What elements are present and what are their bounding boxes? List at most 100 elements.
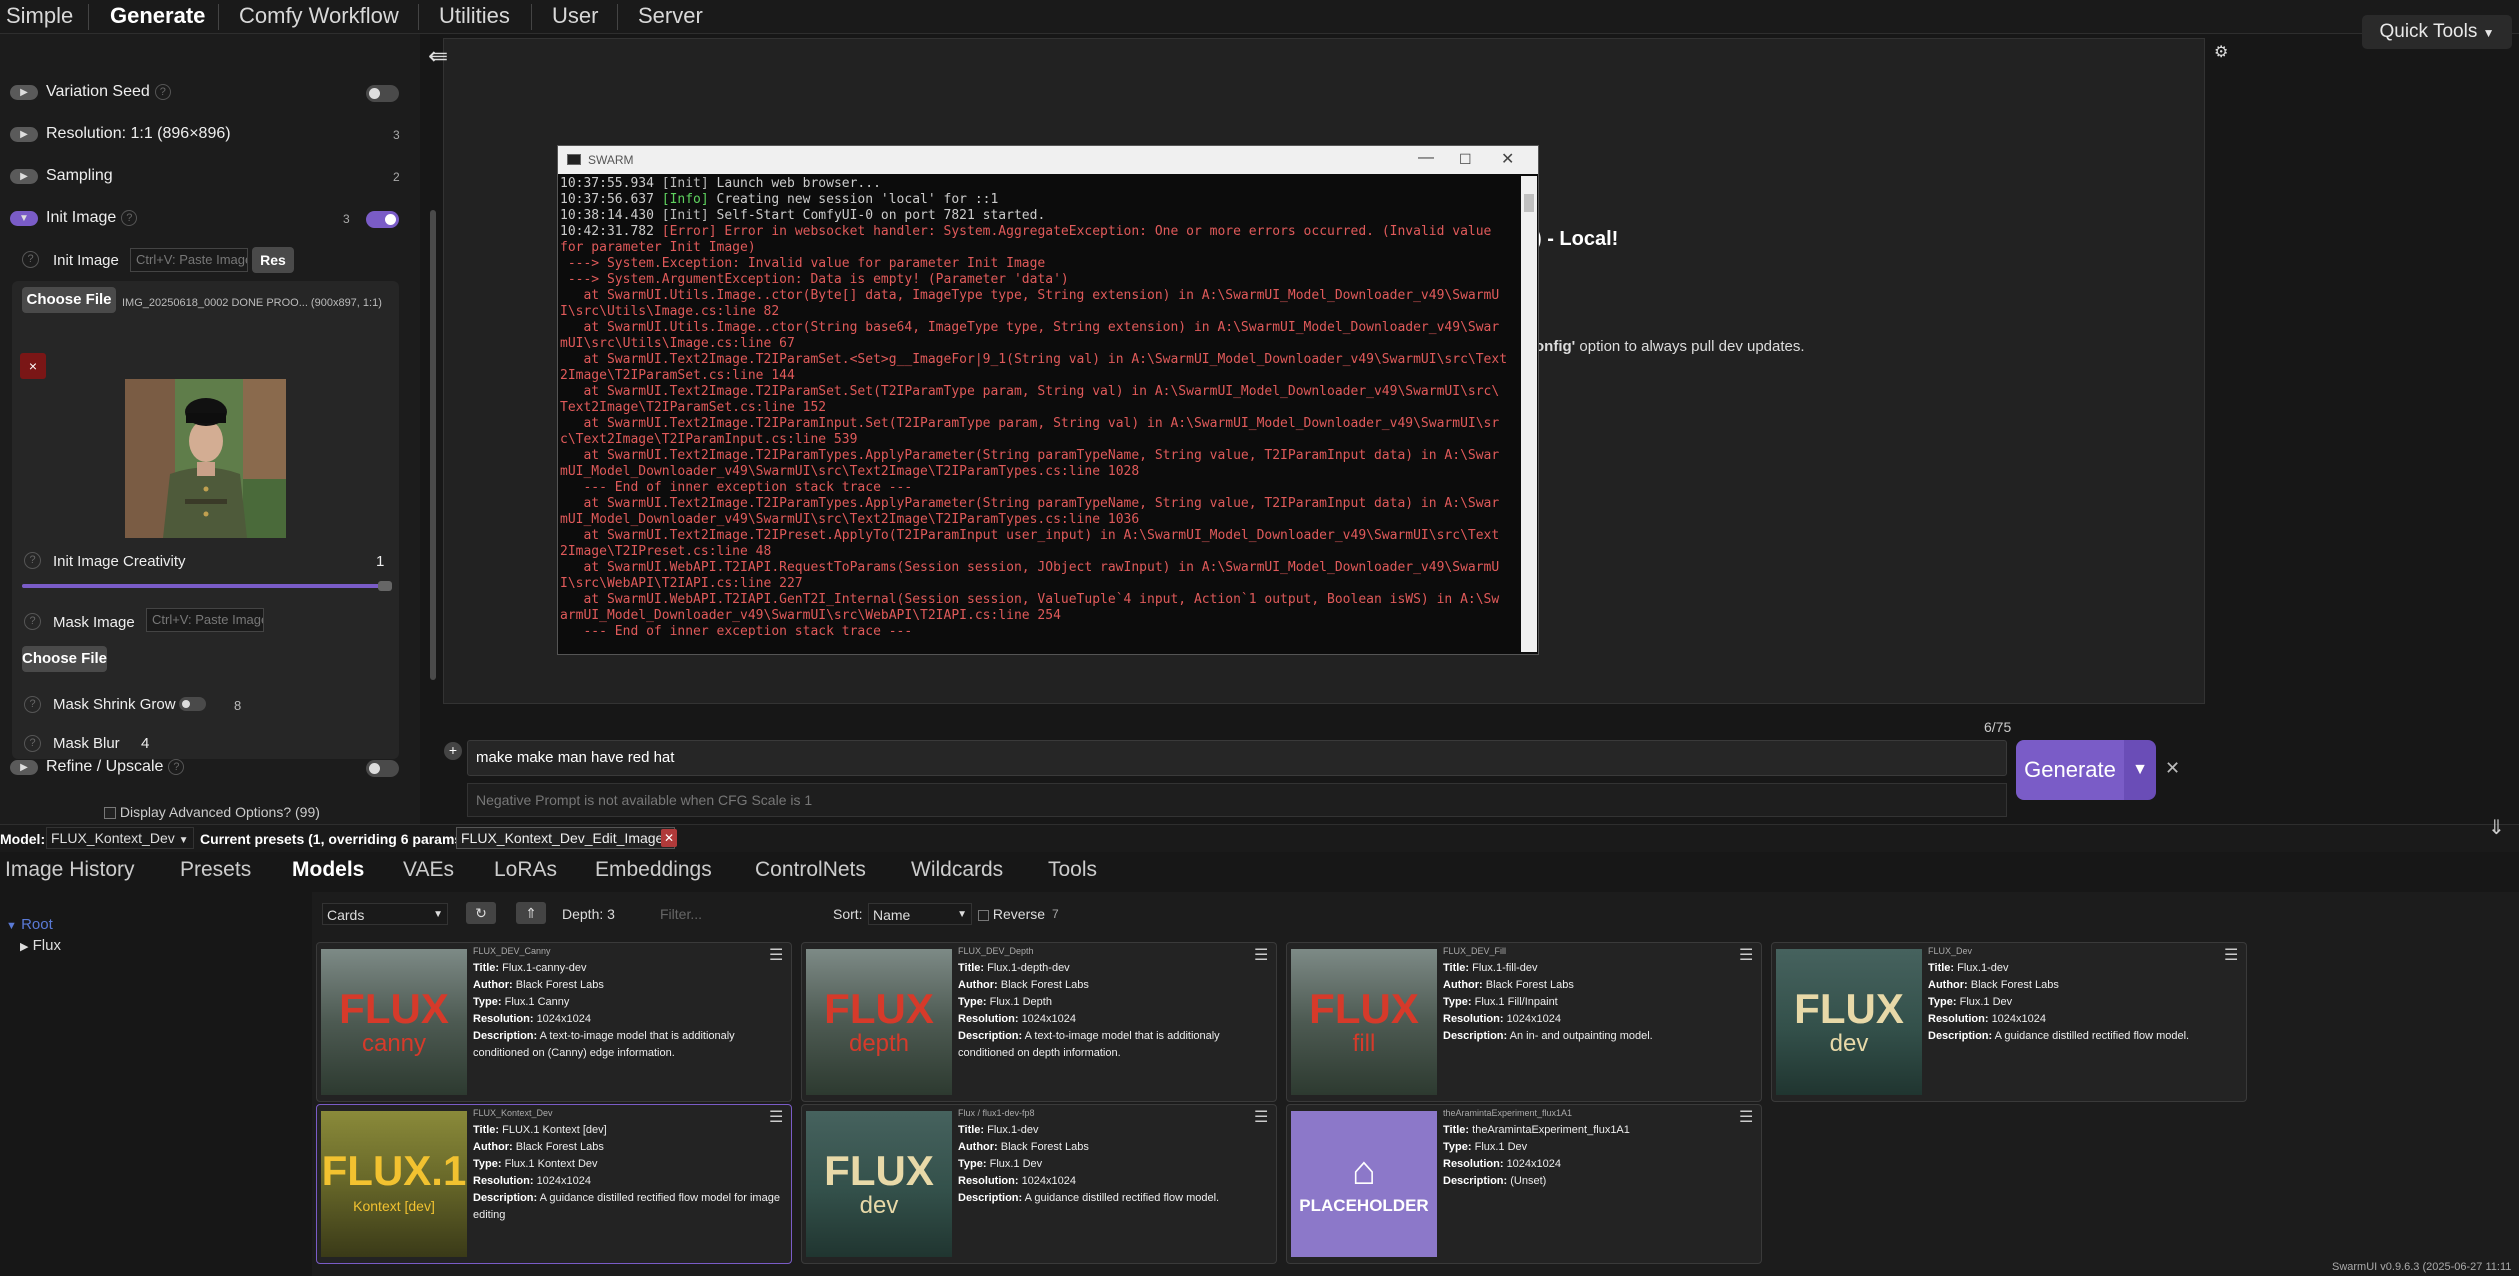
reverse-checkbox[interactable]: Reverse [978, 903, 1045, 925]
init-image-creativity-value[interactable]: 1 [376, 553, 384, 570]
console-scroll-thumb[interactable] [1524, 194, 1534, 212]
model-card[interactable]: FLUX dev Flux / flux1-dev-fp8 ☰ Title: Flux.… [801, 1104, 1277, 1264]
up-folder-icon[interactable]: ⇑ [516, 902, 546, 924]
description-key: Description: [473, 1030, 538, 1042]
help-icon[interactable]: ? [24, 696, 41, 713]
negative-prompt-input[interactable]: Negative Prompt is not available when CF… [467, 783, 2007, 817]
generate-button[interactable]: Generate [2016, 740, 2124, 800]
model-card[interactable]: ⌂ PLACEHOLDER theAramintaExperiment_flux1A… [1286, 1104, 1762, 1264]
chevron-right-icon: ▶ [20, 941, 29, 953]
help-icon[interactable]: ? [154, 83, 171, 100]
tree-item-flux[interactable]: ▶ Flux [20, 937, 61, 954]
init-image-toggle[interactable] [366, 211, 399, 228]
resolution-group[interactable]: ▶ Resolution: 1:1 (896×896) 3 [0, 118, 410, 152]
depth-input[interactable]: Depth: 3 [562, 903, 615, 925]
expand-chevron-icon[interactable]: ▶ [10, 127, 38, 142]
console-title-bar[interactable]: SWARM — ☐ ✕ [558, 146, 1538, 174]
preset-chip[interactable]: FLUX_Kontext_Dev_Edit_Images [456, 827, 676, 849]
model-card[interactable]: FLUX fill FLUX_DEV_Fill ☰ Title: Flux.1-fill… [1286, 942, 1762, 1102]
display-advanced-checkbox[interactable]: Display Advanced Options? (99) [104, 804, 320, 820]
interrupt-close-icon[interactable]: ✕ [2165, 758, 2180, 779]
console-message: Error in websocket handler: System.Aggre… [716, 224, 1492, 239]
model-card[interactable]: FLUX.1 Kontext [dev] FLUX_Kontext_Dev ☰ Titl… [316, 1104, 792, 1264]
model-card[interactable]: FLUX dev FLUX_Dev ☰ Title: Flux.1-dev Author:… [1771, 942, 2247, 1102]
init-image-group[interactable]: ▼ Init Image? 3 [0, 202, 410, 236]
model-card[interactable]: FLUX depth FLUX_DEV_Depth ☰ Title: Flux.1-de… [801, 942, 1277, 1102]
expand-chevron-icon[interactable]: ▶ [10, 85, 38, 100]
tab-tools[interactable]: Tools [1048, 858, 1097, 882]
tab-image-history[interactable]: Image History [5, 858, 135, 882]
mask-blur-value[interactable]: 4 [141, 735, 149, 752]
minimize-icon[interactable]: — [1418, 149, 1434, 167]
sidebar-scrollbar[interactable] [430, 210, 436, 680]
chevron-down-icon: ▼ [178, 835, 189, 846]
model-type: Flux.1 Kontext Dev [504, 1158, 598, 1170]
checkbox-box[interactable] [104, 807, 116, 820]
double-left-arrow-icon[interactable]: ⇚ [428, 42, 448, 71]
model-card[interactable]: FLUX canny FLUX_DEV_Canny ☰ Title: Flux.1-ca… [316, 942, 792, 1102]
help-icon[interactable]: ? [24, 735, 41, 752]
sort-select[interactable]: Name ▼ [868, 903, 972, 925]
mask-choose-file-button[interactable]: Choose File [22, 646, 108, 672]
plus-icon[interactable]: + [444, 742, 462, 760]
mask-image-paste-input[interactable]: Ctrl+V: Paste Image [146, 608, 264, 632]
init-image-paste-input[interactable]: Ctrl+V: Paste Image [130, 248, 248, 272]
remove-preset-icon[interactable]: ✕ [661, 829, 677, 847]
help-icon[interactable]: ? [168, 758, 185, 775]
help-icon[interactable]: ? [24, 613, 41, 630]
refine-upscale-toggle[interactable] [366, 760, 399, 777]
filter-input[interactable]: Filter... [660, 903, 790, 925]
help-icon[interactable]: ? [121, 209, 138, 226]
choose-file-button[interactable]: Choose File [22, 287, 116, 313]
help-icon[interactable]: ? [24, 552, 41, 569]
tab-presets[interactable]: Presets [180, 858, 251, 882]
gear-icon[interactable]: ⚙ [2214, 42, 2228, 62]
swarm-console-window[interactable]: SWARM — ☐ ✕ 10:37:55.934 [Init] Launch w… [557, 145, 1539, 655]
tab-simple[interactable]: Simple [6, 2, 73, 30]
console-level-tag: [Init] [661, 176, 709, 191]
prompt-input[interactable]: make make man have red hat [467, 740, 2007, 776]
tab-controlnets[interactable]: ControlNets [755, 858, 866, 882]
quick-tools-label: Quick Tools [2379, 21, 2478, 42]
tab-models[interactable]: Models [292, 858, 364, 882]
maximize-icon[interactable]: ☐ [1459, 151, 1472, 168]
tab-user[interactable]: User [552, 2, 598, 30]
variation-seed-toggle[interactable] [366, 85, 399, 102]
tab-comfy-workflow[interactable]: Comfy Workflow [239, 2, 399, 30]
result-count: 7 [1052, 907, 1059, 921]
expand-chevron-icon[interactable]: ▶ [10, 760, 38, 775]
refresh-icon[interactable]: ↻ [466, 902, 496, 924]
collapse-chevron-icon[interactable]: ▼ [10, 211, 38, 226]
mask-shrink-grow-toggle[interactable] [179, 697, 206, 711]
tab-utilities[interactable]: Utilities [439, 2, 510, 30]
tab-wildcards[interactable]: Wildcards [911, 858, 1003, 882]
view-mode-select[interactable]: Cards ▼ [322, 903, 448, 925]
help-icon[interactable]: ? [22, 251, 39, 268]
generate-options-chevron-icon[interactable]: ▼ [2124, 740, 2156, 800]
creativity-slider-track[interactable] [22, 581, 392, 591]
console-level-tag: [Info] [661, 192, 709, 207]
tab-generate[interactable]: Generate [110, 2, 205, 30]
creativity-slider-handle[interactable] [378, 581, 392, 591]
tab-server[interactable]: Server [638, 2, 703, 30]
quick-tools-button[interactable]: Quick Tools ▼ [2362, 15, 2512, 49]
variation-seed-group[interactable]: ▶ Variation Seed? [0, 76, 410, 110]
console-scrollbar[interactable] [1521, 176, 1537, 652]
console-line: 10:38:14.430 [Init] Self-Start ComfyUI-0… [560, 208, 1520, 224]
title-key: Title: [1443, 962, 1470, 974]
sampling-group[interactable]: ▶ Sampling 2 [0, 160, 410, 194]
remove-image-button[interactable]: × [20, 353, 46, 379]
tab-loras[interactable]: LoRAs [494, 858, 557, 882]
refine-upscale-group[interactable]: ▶ Refine / Upscale? [0, 751, 410, 785]
tab-vaes[interactable]: VAEs [403, 858, 454, 882]
double-down-arrow-icon[interactable]: ⇓ [2488, 815, 2505, 840]
model-select[interactable]: FLUX_Kontext_Dev ▼ [46, 827, 194, 849]
tab-embeddings[interactable]: Embeddings [595, 858, 712, 882]
tree-root[interactable]: ▼ Root [6, 916, 53, 933]
thumb-text: FLUX [824, 1147, 934, 1194]
chevron-down-icon: ▼ [2482, 26, 2495, 40]
expand-chevron-icon[interactable]: ▶ [10, 169, 38, 184]
close-icon[interactable]: ✕ [1501, 149, 1514, 169]
res-button[interactable]: Res [252, 247, 294, 273]
checkbox-box[interactable] [978, 909, 989, 921]
